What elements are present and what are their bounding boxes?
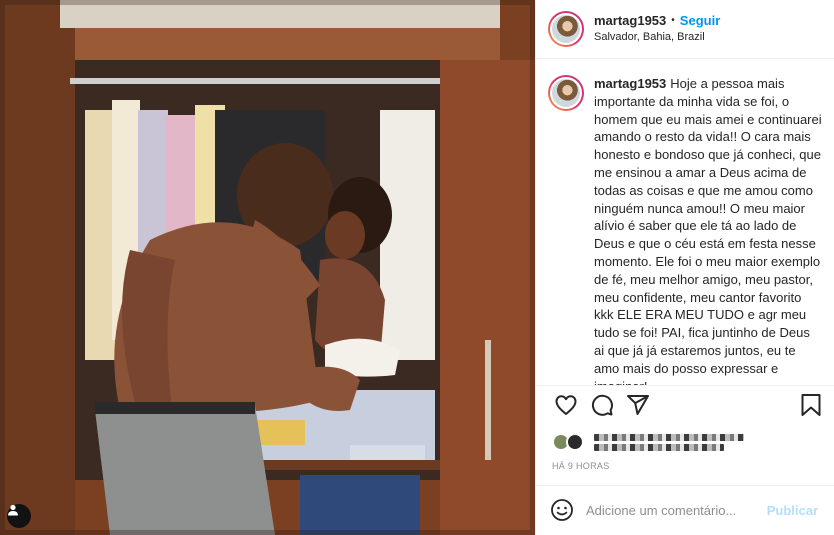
post-actions-bar (536, 385, 834, 424)
post-photo-image (0, 0, 535, 535)
comment-button[interactable] (587, 390, 617, 420)
post-timestamp[interactable]: HÁ 9 HORAS (536, 461, 834, 485)
post-details-panel: martag1953 • Seguir Salvador, Bahia, Bra… (535, 0, 834, 535)
post-location[interactable]: Salvador, Bahia, Brazil (594, 31, 720, 45)
tagged-users-button[interactable] (7, 504, 31, 528)
author-avatar[interactable] (548, 11, 584, 48)
caption-text-block: martag1953 Hoje a pessoa mais importante … (594, 75, 822, 385)
follow-button[interactable]: Seguir (680, 13, 720, 29)
person-icon (8, 504, 18, 516)
caption-text: Hoje a pessoa mais importante da minha v… (594, 76, 822, 385)
save-button[interactable] (796, 390, 826, 420)
like-button[interactable] (551, 390, 581, 420)
caption-avatar[interactable] (548, 75, 584, 112)
share-icon (627, 395, 649, 415)
comment-input[interactable] (586, 502, 767, 518)
heart-icon (555, 395, 577, 415)
instagram-post: martag1953 • Seguir Salvador, Bahia, Bra… (0, 0, 834, 535)
post-photo[interactable] (0, 0, 535, 535)
separator-dot: • (671, 14, 675, 26)
comments-section: martag1953 Hoje a pessoa mais importante … (536, 59, 834, 385)
caption-username[interactable]: martag1953 (594, 76, 666, 91)
caption-row: martag1953 Hoje a pessoa mais importante … (548, 75, 822, 385)
add-comment-bar: Publicar (536, 484, 834, 535)
likes-row[interactable] (536, 424, 834, 461)
publish-button[interactable]: Publicar (767, 503, 818, 518)
liker-avatar (566, 433, 584, 452)
author-username[interactable]: martag1953 (594, 13, 666, 29)
comment-icon (591, 394, 613, 416)
share-button[interactable] (623, 390, 653, 420)
emoji-icon[interactable] (550, 498, 574, 522)
liker-avatars (552, 433, 584, 452)
bookmark-icon (801, 394, 821, 416)
post-header: martag1953 • Seguir Salvador, Bahia, Bra… (536, 0, 834, 60)
likes-summary-obscured (594, 433, 744, 451)
